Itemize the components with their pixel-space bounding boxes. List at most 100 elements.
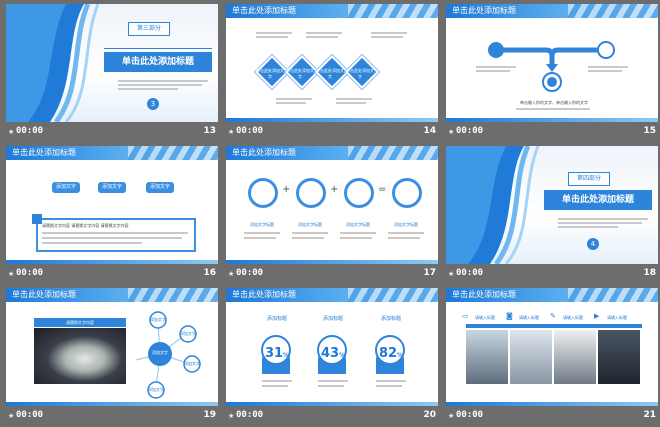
operator: + (330, 184, 339, 195)
slide-thumb-20[interactable]: 单击此处添加标题 添加标题 添加标题 添加标题 31% 43% 82% ★ 00… (226, 288, 438, 426)
slide-title: 单击此处添加标题 (544, 190, 652, 210)
slide-number: 21 (643, 410, 656, 420)
star-icon[interactable]: ★ (448, 270, 454, 278)
text-line (276, 102, 306, 104)
slide-20[interactable]: 单击此处添加标题 添加标题 添加标题 添加标题 31% 43% 82% (226, 288, 438, 406)
slide-thumb-13[interactable]: 第三部分 单击此处添加标题 3 ★ 00:00 13 (6, 4, 218, 142)
slide-18[interactable]: 第四部分 单击此处添加标题 4 (446, 146, 658, 264)
box-text: 请替换文字内容 请替换文字内容 请替换文字内容 (42, 223, 129, 228)
text-line (516, 108, 590, 110)
text-line (306, 32, 342, 34)
text-line (292, 237, 324, 239)
slide-meta: ★ 00:00 19 (6, 406, 218, 426)
business-photo (598, 330, 640, 384)
slide-19[interactable]: 单击此处添加标题 请替换文字内容 添加文字 添加文字 添加文字 添加文字 添加文… (6, 288, 218, 406)
laptop-icon: ▭ (462, 312, 469, 320)
slide-21[interactable]: 单击此处添加标题 ▭ ◙ ✎ ▶ 请输入标题 请输入标题 请输入标题 请输入标题 (446, 288, 658, 406)
corner-accent (32, 214, 42, 224)
star-icon[interactable]: ★ (448, 128, 454, 136)
text-line (376, 385, 402, 387)
slide-16[interactable]: 单击此处添加标题 添加文字 添加文字 添加文字 请替换文字内容 请替换文字内容 … (6, 146, 218, 264)
text-line (558, 218, 648, 220)
slide-15[interactable]: 单击此处添加标题 单击输入你的文字，单击输入你的文字 (446, 4, 658, 122)
text-line (262, 385, 288, 387)
content-box: 请替换文字内容 请替换文字内容 请替换文字内容 (36, 218, 196, 252)
slide-thumb-17[interactable]: 单击此处添加标题 + + = 添加文字标题 添加文字标题 添加文字标题 添加文字… (226, 146, 438, 284)
slide-timing: 00:00 (456, 410, 484, 420)
slide-header: 单击此处添加标题 (232, 148, 296, 157)
diamond-label: 单击此处添加文字 (346, 68, 374, 79)
business-photo (554, 330, 596, 384)
text-line (388, 237, 420, 239)
text-line (336, 102, 366, 104)
text-line (476, 70, 510, 72)
slide-thumb-14[interactable]: 单击此处添加标题 单击此处添加文字 单击此处添加文字 单击此处添加文字 单击此处… (226, 4, 438, 142)
slide-number: 16 (203, 268, 216, 278)
text-line (558, 226, 618, 228)
business-photo (466, 330, 508, 384)
text-pill: 添加文字 (52, 182, 80, 193)
percent-label: 添加标题 (322, 316, 343, 322)
star-icon[interactable]: ★ (228, 128, 234, 136)
slide-timing: 00:00 (236, 268, 264, 278)
idea-icon (344, 178, 374, 208)
text-line (244, 232, 280, 234)
divider (104, 48, 212, 49)
text-line (262, 380, 292, 382)
text-line (256, 36, 288, 38)
slide-13[interactable]: 第三部分 单击此处添加标题 3 (6, 4, 218, 122)
slide-thumb-15[interactable]: 单击此处添加标题 单击输入你的文字，单击输入你的文字 ★ 00:00 15 (446, 4, 658, 142)
slide-timing: 00:00 (456, 126, 484, 136)
slide-timing: 00:00 (236, 410, 264, 420)
slide-17[interactable]: 单击此处添加标题 + + = 添加文字标题 添加文字标题 添加文字标题 添加文字… (226, 146, 438, 264)
slide-14[interactable]: 单击此处添加标题 单击此处添加文字 单击此处添加文字 单击此处添加文字 单击此处… (226, 4, 438, 122)
node-label: 添加文字 (184, 361, 200, 366)
diamond-label: 单击此处添加文字 (256, 68, 284, 79)
printer-icon (296, 178, 326, 208)
slide-number: 14 (423, 126, 436, 136)
text-line (371, 32, 407, 34)
star-icon[interactable]: ★ (8, 412, 14, 420)
star-icon[interactable]: ★ (228, 412, 234, 420)
node-label: 添加文字 (180, 331, 196, 336)
text-line (42, 232, 188, 234)
slide-thumb-16[interactable]: 单击此处添加标题 添加文字 添加文字 添加文字 请替换文字内容 请替换文字内容 … (6, 146, 218, 284)
section-number-badge: 3 (147, 98, 159, 110)
slide-timing: 00:00 (236, 126, 264, 136)
text-line (340, 237, 372, 239)
star-icon[interactable]: ★ (228, 270, 234, 278)
slide-number: 15 (643, 126, 656, 136)
text-line (118, 80, 208, 82)
text-pill: 添加文字 (146, 182, 174, 193)
label: 添加文字标题 (298, 222, 322, 227)
star-icon[interactable]: ★ (8, 270, 14, 278)
slide-meta: ★ 00:00 16 (6, 264, 218, 284)
business-photo (510, 330, 552, 384)
slide-thumb-21[interactable]: 单击此处添加标题 ▭ ◙ ✎ ▶ 请输入标题 请输入标题 请输入标题 请输入标题… (446, 288, 658, 426)
slide-meta: ★ 00:00 21 (446, 406, 658, 426)
percent-value: 43% (320, 346, 346, 361)
slide-number: 19 (203, 410, 216, 420)
video-icon: ▶ (594, 312, 600, 320)
slide-timing: 00:00 (16, 410, 44, 420)
text-line (376, 380, 406, 382)
section-number-badge: 4 (587, 238, 599, 250)
slide-number: 17 (423, 268, 436, 278)
label: 添加文字标题 (250, 222, 274, 227)
slide-thumb-18[interactable]: 第四部分 单击此处添加标题 4 ★ 00:00 18 (446, 146, 658, 284)
slide-thumb-19[interactable]: 单击此处添加标题 请替换文字内容 添加文字 添加文字 添加文字 添加文字 添加文… (6, 288, 218, 426)
label: 添加文字标题 (346, 222, 370, 227)
percent-label: 添加标题 (266, 316, 287, 322)
star-icon[interactable]: ★ (448, 412, 454, 420)
radial-diagram (135, 311, 201, 399)
percent-value: 31% (264, 346, 290, 361)
slide-meta: ★ 00:00 20 (226, 406, 438, 426)
slide-number: 20 (423, 410, 436, 420)
text-pill: 添加文字 (98, 182, 126, 193)
slide-number: 13 (203, 126, 216, 136)
center-label: 添加文字 (152, 350, 168, 355)
slide-meta: ★ 00:00 14 (226, 122, 438, 142)
text-line (244, 237, 276, 239)
star-icon[interactable]: ★ (8, 128, 14, 136)
text-line (336, 98, 372, 100)
